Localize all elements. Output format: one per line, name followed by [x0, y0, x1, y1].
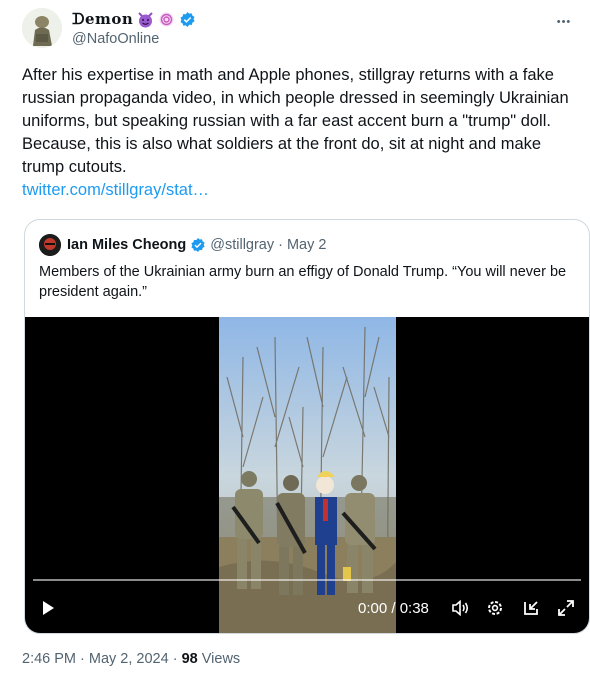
- author-handle[interactable]: @NafoOnline: [72, 31, 159, 47]
- tweet-footer: 2:46 PM · May 2, 2024 · 98 Views: [22, 651, 240, 667]
- quoted-tweet[interactable]: Ian Miles Cheong @stillgray · May 2 Memb…: [24, 219, 590, 634]
- settings-icon: [488, 601, 502, 615]
- fullscreen-icon: [558, 600, 574, 616]
- verified-badge-icon: [190, 237, 206, 253]
- author-avatar[interactable]: [22, 8, 62, 48]
- quoted-tweet-header: Ian Miles Cheong @stillgray · May 2: [39, 234, 326, 256]
- footer-separator: ·: [168, 651, 182, 667]
- fullscreen-button[interactable]: [555, 597, 577, 619]
- more-button[interactable]: •••: [552, 12, 576, 32]
- quoted-author-name[interactable]: Ian Miles Cheong: [67, 237, 186, 253]
- tweet-link[interactable]: twitter.com/stillgray/stat…: [22, 179, 574, 202]
- tweet-body: After his expertise in math and Apple ph…: [22, 64, 574, 202]
- tweet-text: After his expertise in math and Apple ph…: [22, 66, 569, 176]
- play-button[interactable]: [37, 597, 59, 619]
- volume-button[interactable]: [449, 597, 471, 619]
- verified-badge-icon[interactable]: [179, 11, 196, 28]
- dock-icon: [524, 601, 538, 615]
- views-count: 98: [181, 651, 198, 667]
- video-time: 0:00 / 0:38: [358, 600, 429, 617]
- devil-emoji-icon: [137, 11, 154, 28]
- video-progress-bar[interactable]: [33, 579, 581, 581]
- more-icon: •••: [556, 16, 572, 28]
- views-label: Views: [197, 651, 241, 667]
- video-controls: 0:00 / 0:38: [25, 595, 589, 625]
- volume-icon: [452, 599, 469, 617]
- quoted-separator: ·: [278, 237, 283, 253]
- settings-button[interactable]: [484, 597, 506, 619]
- tweet-timestamp[interactable]: 2:46 PM · May 2, 2024: [22, 651, 169, 667]
- quoted-tweet-text: Members of the Ukrainian army burn an ef…: [39, 264, 567, 300]
- video-player[interactable]: 0:00 / 0:38: [25, 317, 589, 633]
- quoted-date[interactable]: May 2: [287, 237, 327, 253]
- dock-button[interactable]: [520, 597, 542, 619]
- quoted-author-avatar[interactable]: [39, 234, 61, 256]
- author-display-name[interactable]: ᗪemon: [72, 10, 133, 28]
- cyclone-emoji-icon: [158, 11, 175, 28]
- video-thumbnail: [219, 317, 396, 633]
- play-icon: [43, 601, 54, 615]
- author-name-row: ᗪemon: [72, 10, 196, 28]
- quoted-author-handle: @stillgray: [210, 237, 275, 253]
